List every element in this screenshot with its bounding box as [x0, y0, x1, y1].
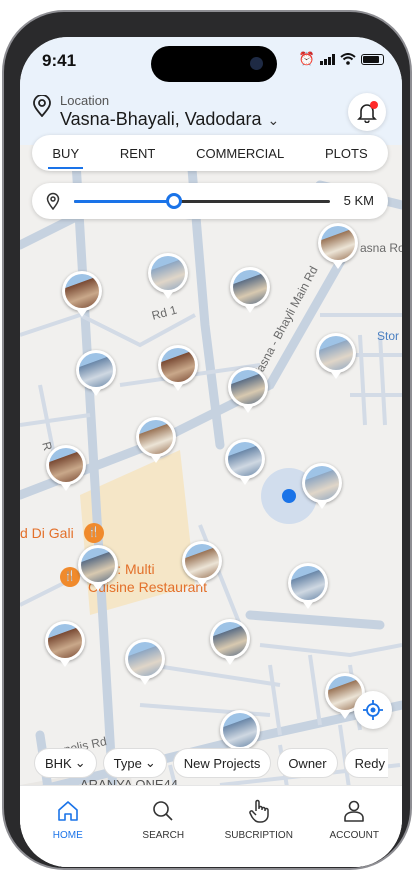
nav-account[interactable]: ACCOUNT	[307, 786, 403, 867]
property-marker[interactable]	[158, 345, 198, 391]
slider-fill	[74, 200, 174, 203]
camera-icon	[250, 57, 263, 70]
phone-frame: 9:41 ⏰ Location Vasna-Bhayali, Vadodara ⌄	[4, 12, 410, 868]
location-caption: Location	[60, 93, 110, 108]
property-marker[interactable]	[302, 463, 342, 509]
screen: 9:41 ⏰ Location Vasna-Bhayali, Vadodara ⌄	[20, 37, 402, 867]
property-thumbnail	[48, 624, 82, 658]
gps-target-icon	[363, 700, 383, 720]
user-icon	[344, 800, 365, 822]
property-marker[interactable]	[125, 639, 165, 685]
property-thumbnail	[65, 274, 99, 308]
property-thumbnail	[161, 348, 195, 382]
chevron-down-icon: ⌄	[144, 755, 156, 770]
hand-pointer-icon	[248, 799, 269, 823]
my-location-button[interactable]	[354, 691, 392, 729]
property-marker[interactable]	[76, 350, 116, 396]
battery-icon	[361, 53, 384, 65]
status-icons: ⏰	[299, 51, 384, 67]
tab-commercial[interactable]: COMMERCIAL	[192, 140, 288, 167]
property-marker[interactable]	[225, 439, 265, 485]
property-marker[interactable]	[230, 267, 270, 313]
alarm-icon: ⏰	[298, 51, 315, 66]
restaurant-icon[interactable]: 🍴	[60, 567, 80, 587]
location-value: Vasna-Bhayali, Vadodara	[60, 109, 262, 129]
property-thumbnail	[321, 226, 355, 260]
filter-bhk[interactable]: BHK ⌄	[34, 748, 97, 778]
slider-handle[interactable]	[165, 193, 182, 209]
filter-type[interactable]: Type ⌄	[102, 748, 167, 778]
property-marker[interactable]	[288, 563, 328, 609]
radius-value: 5 KM	[343, 193, 374, 208]
status-bar: 9:41 ⏰	[20, 37, 402, 83]
property-thumbnail	[79, 353, 113, 387]
home-icon	[57, 801, 78, 821]
property-marker[interactable]	[136, 417, 176, 463]
radius-slider[interactable]	[74, 193, 330, 209]
property-thumbnail	[49, 448, 83, 482]
poi-label-d-di-gali: d Di Gali	[20, 525, 74, 541]
location-pin-icon	[46, 192, 60, 210]
nav-subscription[interactable]: SUBCRIPTION	[211, 786, 307, 867]
property-marker[interactable]	[62, 271, 102, 317]
notification-button[interactable]	[348, 93, 386, 131]
property-marker[interactable]	[45, 621, 85, 667]
signal-icon	[320, 53, 335, 65]
dynamic-island	[151, 46, 277, 82]
tab-buy[interactable]: BUY	[48, 140, 83, 169]
property-marker[interactable]	[316, 333, 356, 379]
property-thumbnail	[213, 622, 247, 656]
property-thumbnail	[231, 370, 265, 404]
tab-rent[interactable]: RENT	[116, 140, 159, 167]
tab-plots[interactable]: PLOTS	[321, 140, 372, 167]
property-marker[interactable]	[318, 223, 358, 269]
property-thumbnail	[233, 270, 267, 304]
filter-ready-to-move[interactable]: Redy to	[343, 748, 388, 778]
property-thumbnail	[228, 442, 262, 476]
notification-dot	[370, 101, 378, 109]
filter-new-projects[interactable]: New Projects	[172, 748, 272, 778]
property-thumbnail	[151, 256, 185, 290]
property-thumbnail	[291, 566, 325, 600]
filter-chips: BHK⌄ Type⌄ New Projects Owner Redy to	[34, 748, 388, 778]
chevron-down-icon: ⌄	[74, 755, 86, 770]
property-marker[interactable]	[228, 367, 268, 413]
nav-home[interactable]: HOME	[20, 786, 116, 867]
location-selector[interactable]: Vasna-Bhayali, Vadodara ⌄	[60, 109, 279, 130]
property-marker[interactable]	[46, 445, 86, 491]
property-thumbnail	[319, 336, 353, 370]
property-marker[interactable]	[210, 619, 250, 665]
property-thumbnail	[128, 642, 162, 676]
bottom-navigation: HOME SEARCH SUBCRIPTION ACCOUNT	[20, 785, 402, 867]
wifi-icon	[340, 53, 356, 65]
property-marker[interactable]	[182, 541, 222, 587]
property-thumbnail	[139, 420, 173, 454]
map-label-store: Stor	[377, 329, 400, 343]
property-marker[interactable]	[148, 253, 188, 299]
property-thumbnail	[81, 548, 115, 582]
map-label-vasna-road: asna Ro	[360, 241, 402, 255]
location-pin-icon	[33, 95, 51, 117]
listing-type-tabs: BUY RENT COMMERCIAL PLOTS	[32, 135, 388, 171]
property-thumbnail	[185, 544, 219, 578]
restaurant-icon[interactable]: 🍴	[84, 523, 104, 543]
radius-slider-bar: 5 KM	[32, 183, 388, 219]
property-marker[interactable]	[78, 545, 118, 591]
nav-search[interactable]: SEARCH	[116, 786, 212, 867]
property-thumbnail	[305, 466, 339, 500]
status-time: 9:41	[42, 51, 77, 70]
property-thumbnail	[223, 713, 257, 747]
chevron-down-icon: ⌄	[267, 112, 280, 128]
filter-owner[interactable]: Owner	[277, 748, 338, 778]
search-icon	[153, 801, 173, 821]
